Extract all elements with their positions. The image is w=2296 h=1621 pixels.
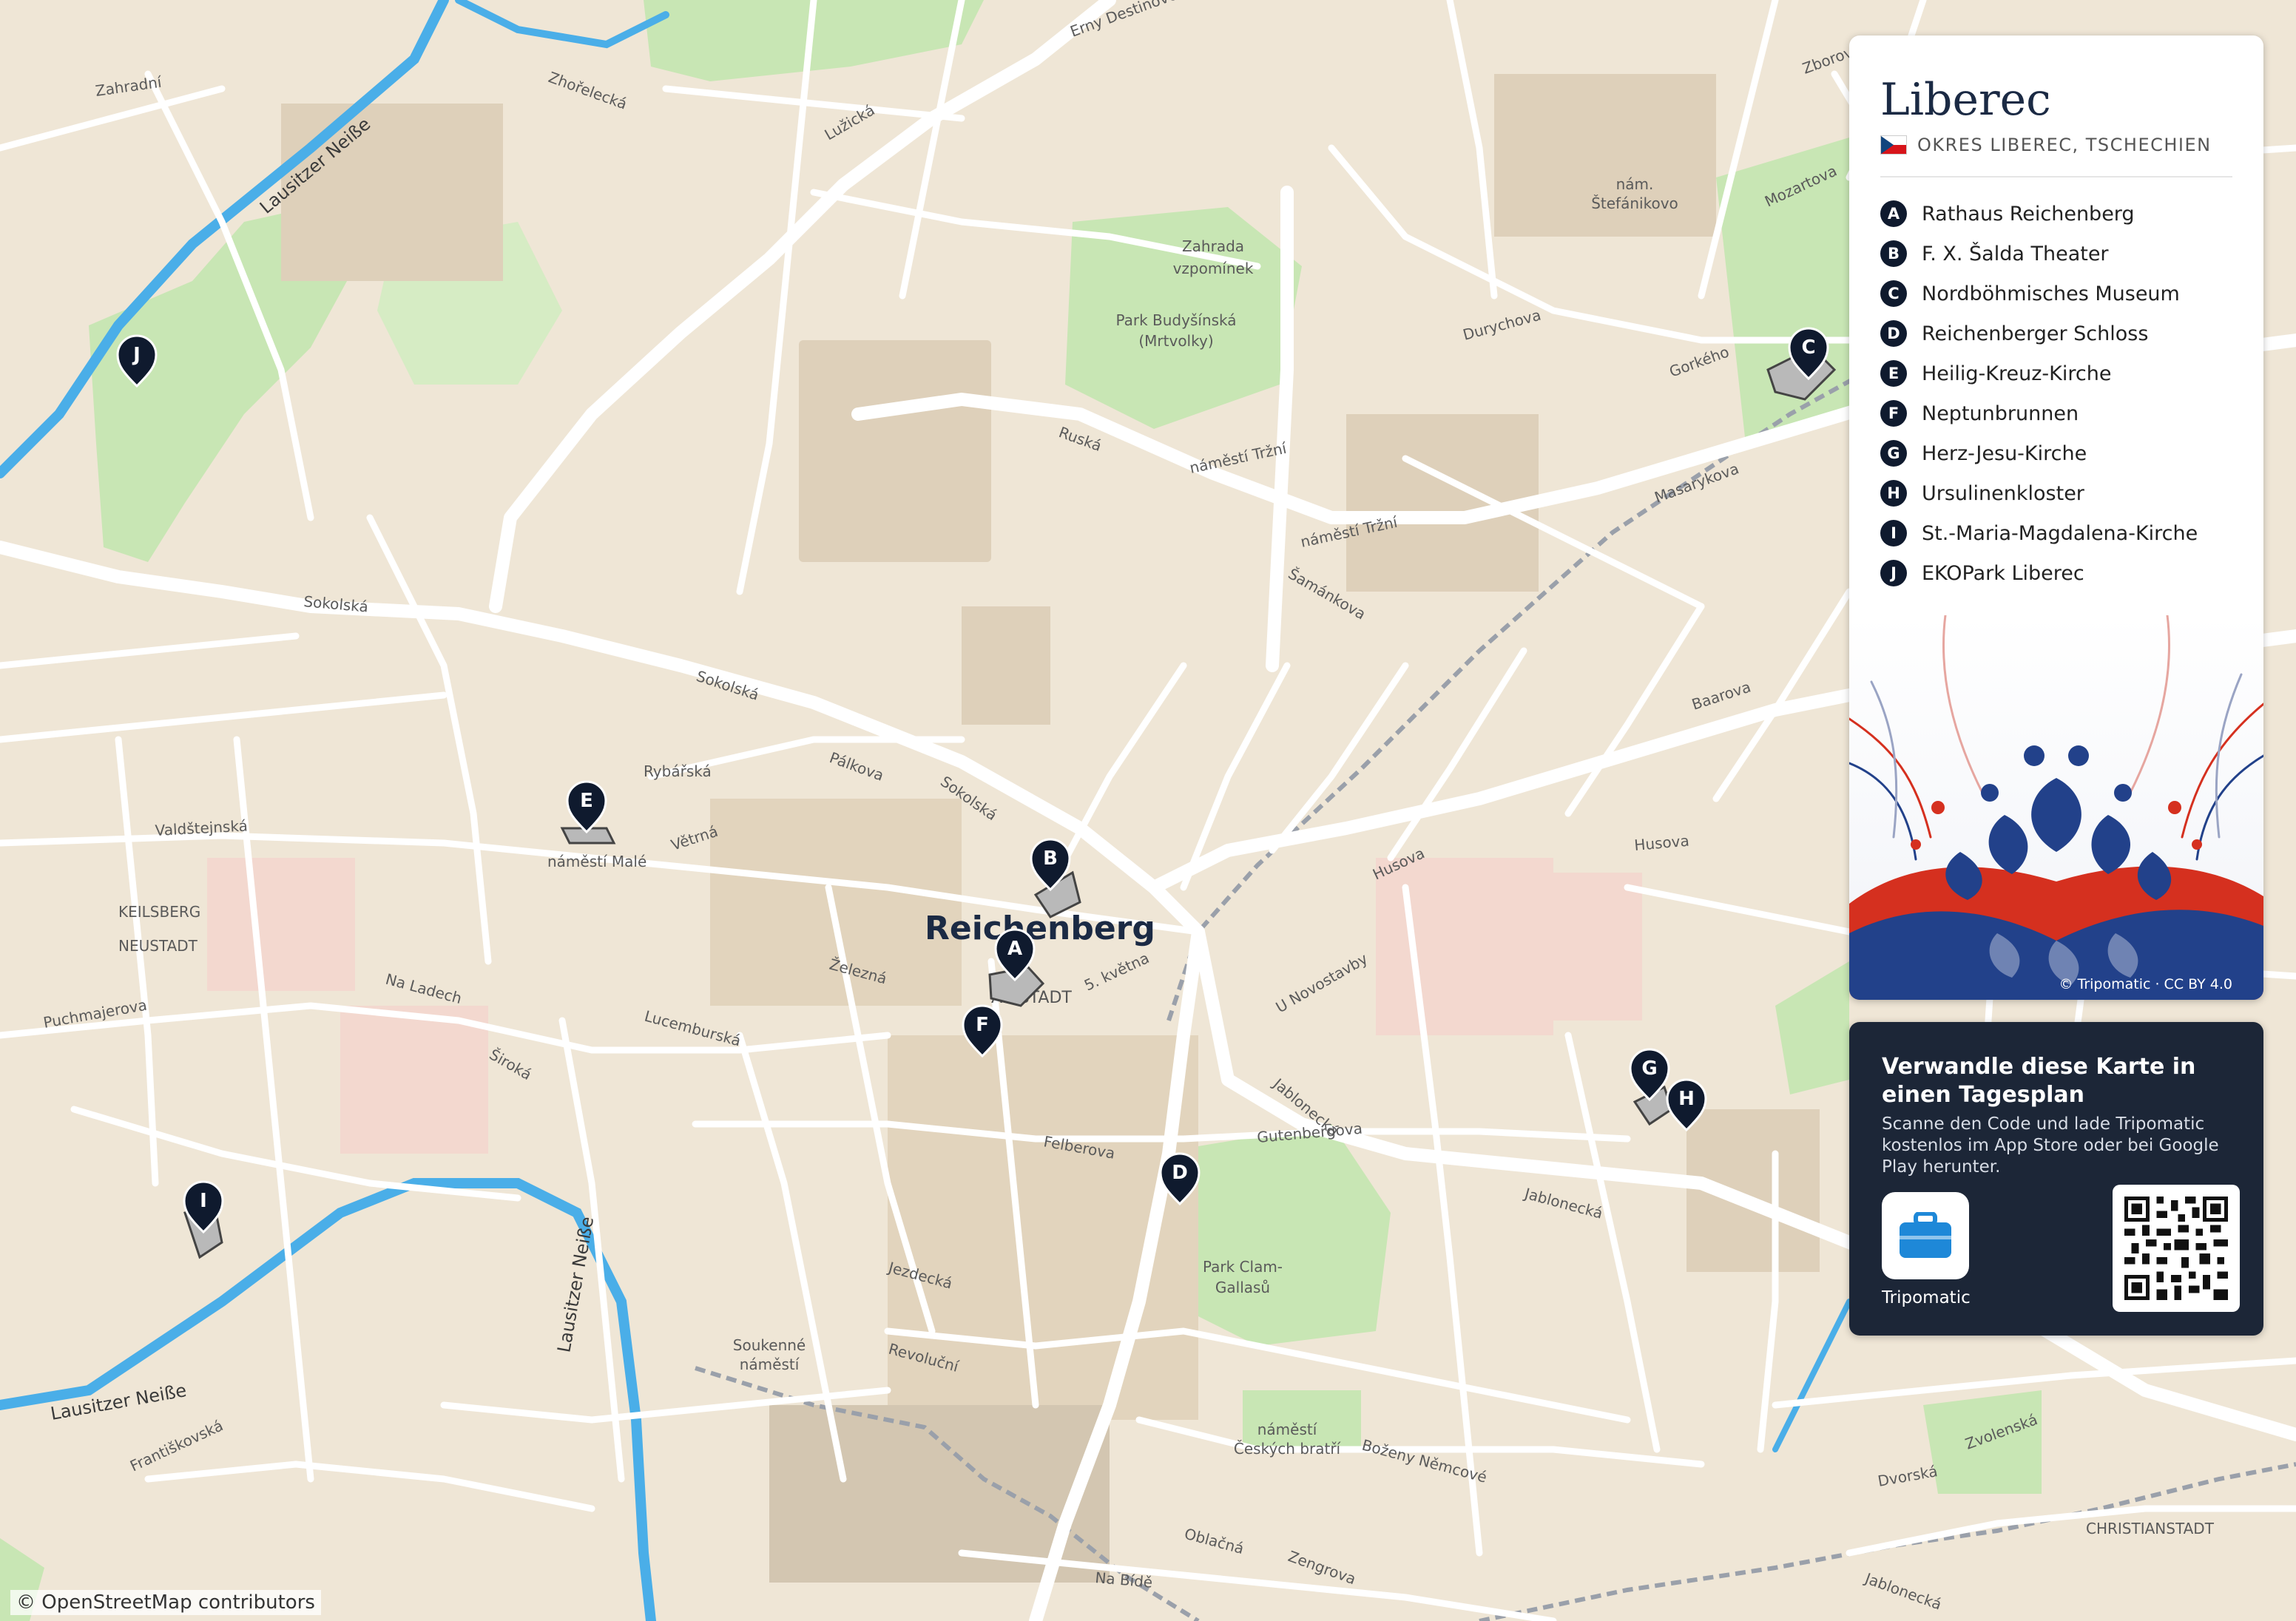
poi-marker-d-label: D xyxy=(1172,1162,1188,1184)
poi-marker-g-label: G xyxy=(1641,1057,1657,1080)
poi-marker-j-label: J xyxy=(132,344,141,366)
folk-art-illustration xyxy=(1849,615,2263,1000)
map-attribution[interactable]: © OpenStreetMap contributors xyxy=(10,1590,321,1615)
svg-text:(Mrtvolky): (Mrtvolky) xyxy=(1138,332,1213,350)
poi-marker-c-label: C xyxy=(1801,336,1815,359)
svg-text:Park Clam-: Park Clam- xyxy=(1203,1258,1283,1276)
svg-text:náměstí Malé: náměstí Malé xyxy=(547,853,646,870)
svg-text:Štefánikovo: Štefánikovo xyxy=(1591,194,1678,212)
svg-text:náměstí: náměstí xyxy=(1257,1421,1318,1438)
poi-list-item[interactable]: E Heilig-Kreuz-Kirche xyxy=(1880,353,2198,393)
poi-name: Neptunbrunnen xyxy=(1922,402,2079,425)
poi-list: A Rathaus Reichenberg B F. X. Šalda Theate… xyxy=(1880,194,2198,593)
suitcase-icon xyxy=(1900,1212,1951,1258)
poi-badge: I xyxy=(1880,520,1907,546)
poi-marker-b-label: B xyxy=(1043,847,1058,870)
poi-name: Rathaus Reichenberg xyxy=(1922,202,2135,226)
poi-name: F. X. Šalda Theater xyxy=(1922,242,2109,265)
poi-name: St.-Maria-Magdalena-Kirche xyxy=(1922,521,2198,545)
poi-list-item[interactable]: D Reichenberger Schloss xyxy=(1880,314,2198,353)
promo-panel: Verwandle diese Karte in einen Tagesplan… xyxy=(1849,1022,2263,1336)
svg-text:nám.: nám. xyxy=(1616,175,1654,193)
svg-text:NEUSTADT: NEUSTADT xyxy=(118,937,198,955)
region-subtitle-text: OKRES LIBEREC, TSCHECHIEN xyxy=(1917,135,2212,155)
svg-text:Park Budyšínská: Park Budyšínská xyxy=(1115,311,1236,329)
poi-list-item[interactable]: C Nordböhmisches Museum xyxy=(1880,274,2198,314)
svg-text:Českých bratří: Českých bratří xyxy=(1234,1440,1342,1458)
card-divider xyxy=(1880,176,2232,177)
poi-badge: E xyxy=(1880,360,1907,387)
poi-badge: D xyxy=(1880,320,1907,347)
app-link-button[interactable] xyxy=(1882,1192,1969,1279)
poi-marker-h-label: H xyxy=(1678,1088,1695,1110)
poi-badge: F xyxy=(1880,400,1907,427)
poi-marker-e-label: E xyxy=(580,790,593,812)
poi-list-item[interactable]: J EKOPark Liberec xyxy=(1880,553,2198,593)
svg-text:Soukenné: Soukenné xyxy=(733,1336,806,1354)
poi-list-item[interactable]: B F. X. Šalda Theater xyxy=(1880,234,2198,274)
poi-marker-f-label: F xyxy=(976,1014,989,1036)
poi-list-item[interactable]: A Rathaus Reichenberg xyxy=(1880,194,2198,234)
poi-list-item[interactable]: G Herz-Jesu-Kirche xyxy=(1880,433,2198,473)
svg-text:Rybářská: Rybářská xyxy=(644,762,712,780)
poi-list-item[interactable]: F Neptunbrunnen xyxy=(1880,393,2198,433)
poi-badge: G xyxy=(1880,440,1907,467)
app-name: Tripomatic xyxy=(1882,1288,1971,1307)
illustration-credit: © Tripomatic · CC BY 4.0 xyxy=(2059,976,2232,992)
poi-name: EKOPark Liberec xyxy=(1922,561,2084,585)
svg-text:Reichenberg: Reichenberg xyxy=(925,910,1155,947)
svg-text:Gallasů: Gallasů xyxy=(1215,1279,1270,1296)
poi-marker-a-label: A xyxy=(1007,938,1022,960)
poi-badge: H xyxy=(1880,480,1907,507)
poi-list-item[interactable]: I St.-Maria-Magdalena-Kirche xyxy=(1880,513,2198,553)
poi-list-item[interactable]: H Ursulinenkloster xyxy=(1880,473,2198,513)
poi-marker-i-label: I xyxy=(200,1190,207,1212)
legend-card: Liberec OKRES LIBEREC, TSCHECHIEN A Ratha… xyxy=(1849,35,2263,1000)
region-subtitle: OKRES LIBEREC, TSCHECHIEN xyxy=(1880,135,2212,155)
poi-name: Nordböhmisches Museum xyxy=(1922,282,2180,305)
poi-name: Reichenberger Schloss xyxy=(1922,322,2149,345)
poi-name: Ursulinenkloster xyxy=(1922,481,2084,505)
svg-text:KEILSBERG: KEILSBERG xyxy=(118,903,200,921)
promo-title: Verwandle diese Karte in einen Tagesplan xyxy=(1882,1054,2196,1108)
poi-badge: B xyxy=(1880,240,1907,267)
svg-text:náměstí: náměstí xyxy=(740,1356,800,1373)
svg-text:Zahrada: Zahrada xyxy=(1182,237,1244,255)
promo-text: Scanne den Code und lade Tripomatic kost… xyxy=(1882,1114,2219,1177)
poi-badge: C xyxy=(1880,280,1907,307)
svg-text:CHRISTIANSTADT: CHRISTIANSTADT xyxy=(2086,1520,2215,1537)
czech-flag-icon xyxy=(1880,135,1907,155)
poi-badge: J xyxy=(1880,560,1907,586)
city-title: Liberec xyxy=(1880,74,2051,126)
poi-name: Herz-Jesu-Kirche xyxy=(1922,441,2087,465)
qr-code-icon[interactable] xyxy=(2113,1185,2240,1312)
poi-name: Heilig-Kreuz-Kirche xyxy=(1922,362,2112,385)
poi-badge: A xyxy=(1880,200,1907,227)
svg-text:vzpomínek: vzpomínek xyxy=(1173,260,1254,277)
